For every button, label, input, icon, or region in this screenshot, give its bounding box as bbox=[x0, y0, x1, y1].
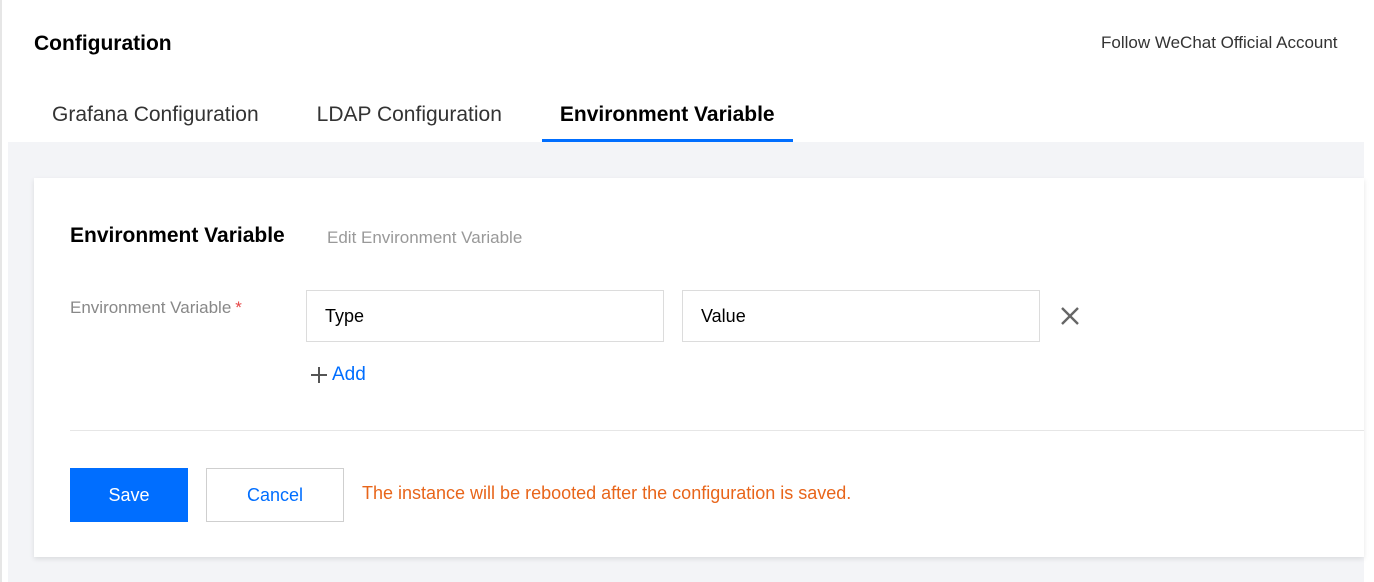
tab-environment-variable[interactable]: Environment Variable bbox=[541, 100, 793, 142]
required-mark: * bbox=[235, 298, 242, 317]
left-border bbox=[0, 0, 2, 582]
remove-variable-button[interactable] bbox=[1056, 302, 1084, 330]
add-label: Add bbox=[332, 364, 366, 385]
config-tabs: Grafana Configuration LDAP Configuration… bbox=[34, 100, 815, 142]
field-label-text: Environment Variable bbox=[70, 298, 232, 317]
plus-icon bbox=[311, 367, 327, 383]
environment-variable-card: Environment Variable Edit Environment Va… bbox=[34, 178, 1364, 557]
follow-wechat-link[interactable]: Follow WeChat Official Account bbox=[1101, 33, 1364, 53]
cancel-button[interactable]: Cancel bbox=[206, 468, 344, 522]
reboot-warning: The instance will be rebooted after the … bbox=[362, 483, 852, 503]
divider bbox=[70, 430, 1364, 431]
tab-grafana-configuration[interactable]: Grafana Configuration bbox=[34, 100, 277, 142]
add-variable-button[interactable]: Add bbox=[310, 364, 366, 386]
type-input[interactable] bbox=[306, 290, 664, 342]
field-label: Environment Variable * bbox=[70, 298, 242, 318]
value-input[interactable] bbox=[682, 290, 1040, 342]
close-icon bbox=[1061, 307, 1079, 325]
save-button[interactable]: Save bbox=[70, 468, 188, 522]
card-subtitle: Edit Environment Variable bbox=[327, 228, 523, 247]
page-header: Configuration Follow WeChat Official Acc… bbox=[8, 10, 1364, 142]
card-title: Environment Variable bbox=[70, 224, 285, 247]
page-title: Configuration bbox=[34, 32, 172, 55]
tab-ldap-configuration[interactable]: LDAP Configuration bbox=[299, 100, 520, 142]
